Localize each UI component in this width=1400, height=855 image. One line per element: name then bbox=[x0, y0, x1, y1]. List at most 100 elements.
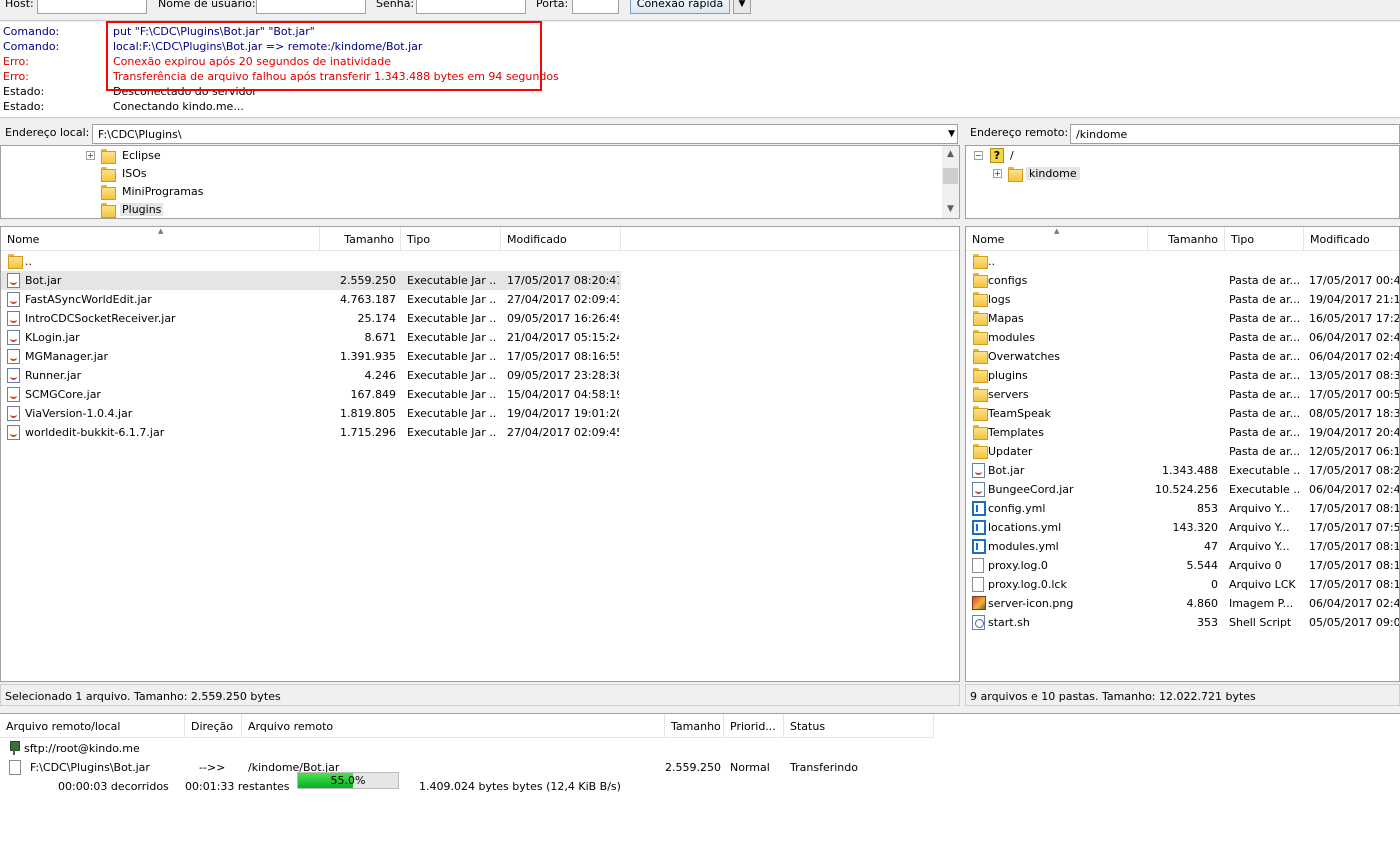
file-size: 0 bbox=[1211, 578, 1218, 591]
column-header-modified[interactable]: Modificado bbox=[501, 227, 621, 251]
column-header-size[interactable]: Tamanho bbox=[320, 227, 401, 251]
local-file-list[interactable]: Nome Tamanho Tipo Modificado ▲ .. Bot.jar… bbox=[0, 226, 960, 682]
scroll-thumb[interactable] bbox=[943, 168, 958, 184]
file-row[interactable]: locations.yml 143.320 Arquivo Y... 17/05/20… bbox=[966, 518, 1400, 537]
file-row[interactable]: FastASyncWorldEdit.jar 4.763.187 Executabl… bbox=[1, 290, 621, 309]
transfer-queue[interactable]: Arquivo remoto/local Direção Arquivo rem… bbox=[0, 713, 1400, 855]
file-modified: 06/04/2017 02:43: bbox=[1309, 331, 1400, 344]
file-row[interactable]: KLogin.jar 8.671 Executable Jar ... 21/04/2… bbox=[1, 328, 621, 347]
column-header-file[interactable]: Arquivo remoto/local bbox=[0, 714, 185, 738]
column-header-type[interactable]: Tipo bbox=[1225, 227, 1304, 251]
chevron-down-icon[interactable]: ▼ bbox=[948, 129, 955, 139]
file-modified: 05/05/2017 09:04: bbox=[1309, 616, 1400, 629]
file-row[interactable]: .. bbox=[966, 252, 1399, 271]
file-row[interactable]: ViaVersion-1.0.4.jar 1.819.805 Executable … bbox=[1, 404, 621, 423]
tree-item-miniprogramas[interactable]: MiniProgramas bbox=[1, 183, 931, 201]
column-header-size[interactable]: Tamanho bbox=[665, 714, 724, 738]
queue-server-row[interactable]: sftp://root@kindo.me bbox=[0, 739, 934, 758]
expand-icon[interactable]: + bbox=[86, 151, 95, 160]
password-input[interactable] bbox=[416, 0, 526, 14]
file-row[interactable]: modules Pasta de ar... 06/04/2017 02:43: bbox=[966, 328, 1400, 347]
tree-item-root[interactable]: − ? / bbox=[966, 147, 1396, 165]
script-file-icon bbox=[972, 615, 985, 630]
queue-item-priority: Normal bbox=[730, 761, 770, 774]
file-row[interactable]: BungeeCord.jar 10.524.256 Executable ... 06… bbox=[966, 480, 1400, 499]
file-name: .. bbox=[988, 255, 995, 268]
tree-item-kindome[interactable]: + kindome bbox=[966, 165, 1396, 183]
log-entry-type: Erro: bbox=[3, 55, 29, 68]
scroll-up-icon[interactable]: ▲ bbox=[942, 146, 959, 163]
expand-icon[interactable]: + bbox=[993, 169, 1002, 178]
tree-item-eclipse[interactable]: + Eclipse bbox=[1, 147, 931, 165]
file-row[interactable]: server-icon.png 4.860 Imagem P... 06/04/201… bbox=[966, 594, 1399, 613]
remaining-time: 00:01:33 restantes bbox=[185, 780, 290, 793]
file-row[interactable]: configs Pasta de ar... 17/05/2017 00:47: bbox=[966, 271, 1399, 290]
local-tree-scrollbar[interactable]: ▲ ▼ bbox=[942, 146, 959, 218]
column-header-remote-file[interactable]: Arquivo remoto bbox=[242, 714, 665, 738]
folder-icon bbox=[100, 167, 116, 182]
collapse-icon[interactable]: − bbox=[974, 151, 983, 160]
local-address-input[interactable]: F:\CDC\Plugins\ ▼ bbox=[92, 124, 958, 144]
file-row[interactable]: plugins Pasta de ar... 13/05/2017 08:36: bbox=[966, 366, 1399, 385]
column-header-size[interactable]: Tamanho bbox=[1148, 227, 1225, 251]
file-row[interactable]: logs Pasta de ar... 19/04/2017 21:11: bbox=[966, 290, 1399, 309]
jar-file-icon bbox=[7, 330, 20, 345]
file-row[interactable]: Runner.jar 4.246 Executable Jar ... 09/05/2… bbox=[1, 366, 621, 385]
column-header-modified[interactable]: Modificado bbox=[1304, 227, 1399, 251]
local-status-bar: Selecionado 1 arquivo. Tamanho: 2.559.25… bbox=[0, 684, 960, 706]
file-row[interactable]: start.sh 353 Shell Script 05/05/2017 09:04: bbox=[966, 613, 1400, 632]
file-modified: 17/05/2017 00:50: bbox=[1309, 388, 1400, 401]
file-row[interactable]: Updater Pasta de ar... 12/05/2017 06:19: bbox=[966, 442, 1399, 461]
quickconnect-button[interactable]: Conexão rápida bbox=[630, 0, 730, 14]
scroll-down-icon[interactable]: ▼ bbox=[942, 201, 959, 218]
file-row[interactable]: MGManager.jar 1.391.935 Executable Jar ...… bbox=[1, 347, 621, 366]
file-size: 4.763.187 bbox=[340, 293, 396, 306]
file-row[interactable]: IntroCDCSocketReceiver.jar 25.174 Executab… bbox=[1, 309, 621, 328]
file-name: SCMGCore.jar bbox=[25, 388, 101, 401]
file-size: 4.246 bbox=[364, 369, 397, 382]
quickconnect-dropdown-button[interactable]: ▼ bbox=[733, 0, 751, 14]
file-row[interactable]: .. bbox=[1, 252, 621, 271]
remote-address-input[interactable]: /kindome bbox=[1070, 124, 1400, 144]
queue-item-row[interactable]: F:\CDC\Plugins\Bot.jar -->> /kindome/Bot… bbox=[0, 758, 934, 777]
column-header-type[interactable]: Tipo bbox=[401, 227, 501, 251]
tree-item-isos[interactable]: ISOs bbox=[1, 165, 931, 183]
column-header-status[interactable]: Status bbox=[784, 714, 934, 738]
file-row[interactable]: SCMGCore.jar 167.849 Executable Jar ... 15/… bbox=[1, 385, 621, 404]
file-row[interactable]: proxy.log.0.lck 0 Arquivo LCK 17/05/2017 08… bbox=[966, 575, 1399, 594]
file-modified: 06/04/2017 02:43: bbox=[1309, 483, 1400, 496]
remote-address-label: Endereço remoto: bbox=[970, 126, 1069, 139]
local-address-value: F:\CDC\Plugins\ bbox=[98, 128, 182, 141]
jar-file-icon bbox=[7, 387, 20, 402]
tree-item-plugins[interactable]: Plugins bbox=[1, 201, 931, 218]
file-modified: 17/05/2017 07:52: bbox=[1309, 521, 1400, 534]
host-input[interactable] bbox=[37, 0, 147, 14]
file-name: servers bbox=[988, 388, 1029, 401]
remote-directory-tree[interactable]: − ? / + kindome bbox=[965, 145, 1400, 219]
local-directory-tree[interactable]: ▲ ▼ + Eclipse ISOs MiniProgramas Plugins bbox=[0, 145, 960, 219]
file-icon bbox=[972, 558, 984, 573]
file-row[interactable]: Templates Pasta de ar... 19/04/2017 20:40: bbox=[966, 423, 1399, 442]
file-row[interactable]: config.yml 853 Arquivo Y... 17/05/2017 08:1… bbox=[966, 499, 1399, 518]
file-row[interactable]: worldedit-bukkit-6.1.7.jar 1.715.296 Execu… bbox=[1, 423, 621, 442]
file-row[interactable]: Bot.jar 2.559.250 Executable Jar ... 17/05/… bbox=[1, 271, 621, 290]
file-row[interactable]: Overwatches Pasta de ar... 06/04/2017 02:4… bbox=[966, 347, 1399, 366]
file-row[interactable]: TeamSpeak Pasta de ar... 08/05/2017 18:31: bbox=[966, 404, 1399, 423]
column-header-direction[interactable]: Direção bbox=[185, 714, 242, 738]
file-icon bbox=[972, 577, 984, 592]
remote-file-list[interactable]: Nome Tamanho Tipo Modificado ▲ .. configs… bbox=[965, 226, 1400, 682]
file-type: Pasta de ar... bbox=[1229, 445, 1301, 458]
remote-address-bar: Endereço remoto: /kindome bbox=[965, 122, 1400, 144]
jar-file-icon bbox=[7, 406, 20, 421]
file-row[interactable]: servers Pasta de ar... 17/05/2017 00:50: bbox=[966, 385, 1400, 404]
folder-icon bbox=[1007, 167, 1023, 182]
port-input[interactable] bbox=[572, 0, 619, 14]
file-row[interactable]: Bot.jar 1.343.488 Executable ... 17/05/2017… bbox=[966, 461, 1399, 480]
tree-item-label: ISOs bbox=[122, 167, 147, 180]
file-row[interactable]: proxy.log.0 5.544 Arquivo 0 17/05/2017 08:1… bbox=[966, 556, 1399, 575]
file-row[interactable]: Mapas Pasta de ar... 16/05/2017 17:21: bbox=[966, 309, 1399, 328]
username-input[interactable] bbox=[256, 0, 366, 14]
folder-icon bbox=[972, 292, 988, 307]
file-row[interactable]: modules.yml 47 Arquivo Y... 17/05/2017 08:1… bbox=[966, 537, 1399, 556]
column-header-priority[interactable]: Priorid... bbox=[724, 714, 784, 738]
